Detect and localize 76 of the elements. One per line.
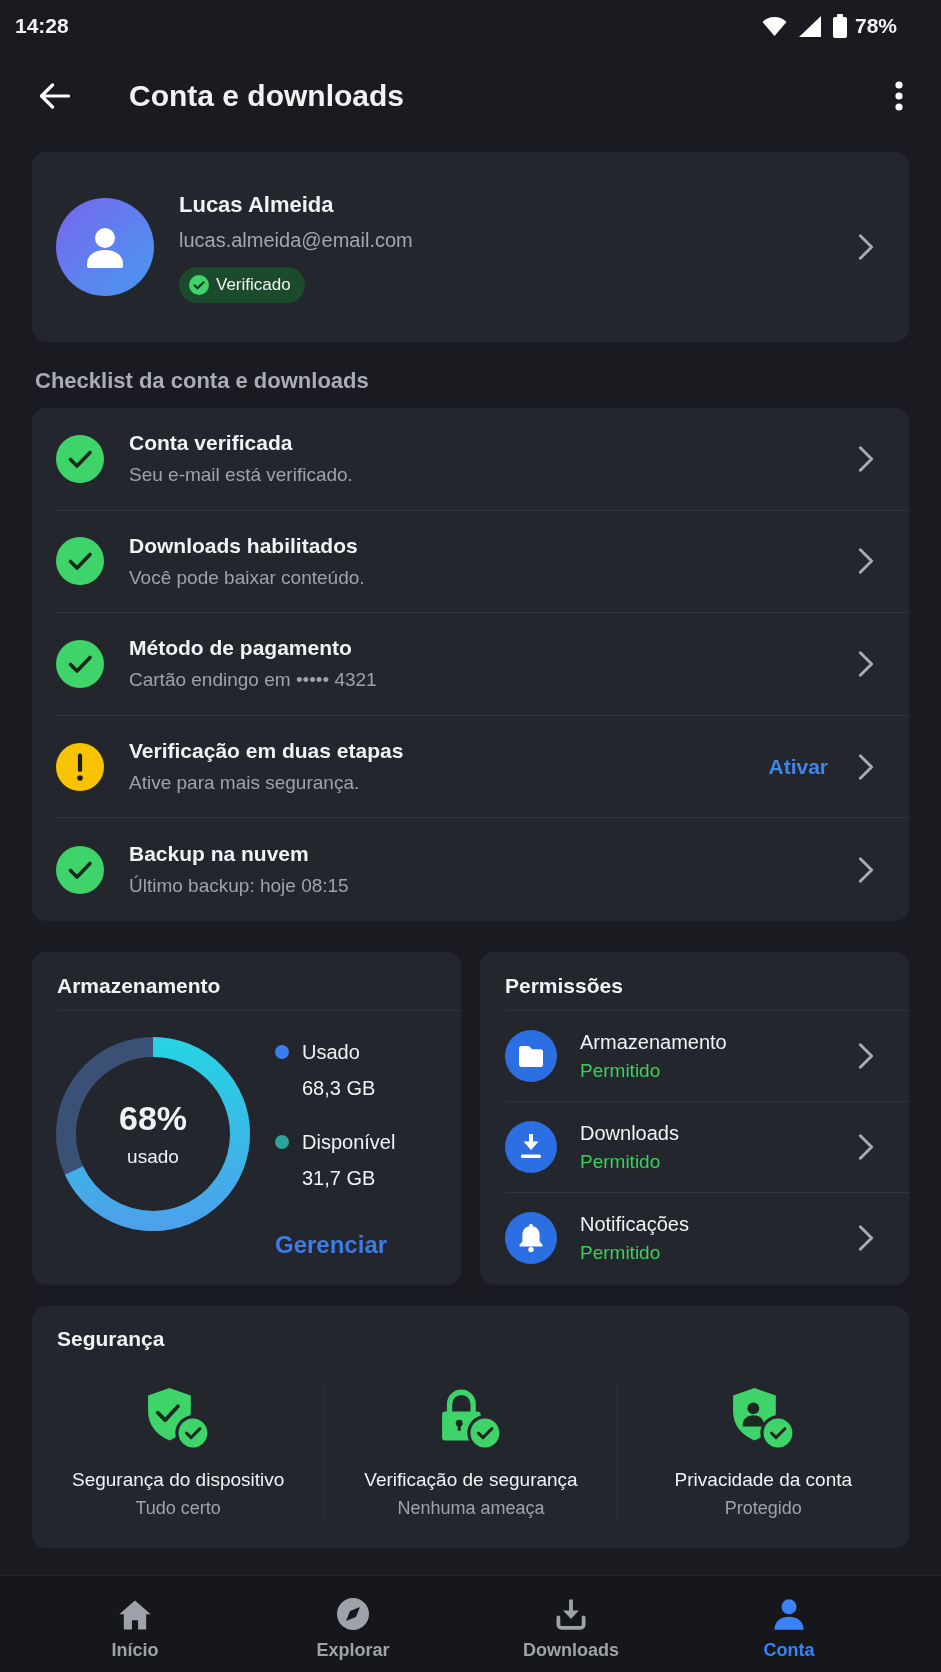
security-label: Privacidade da conta [674, 1467, 853, 1492]
chevron-right-icon [858, 753, 874, 780]
badge-label: Verificado [216, 274, 291, 296]
permission-status: Permitido [580, 1058, 661, 1083]
chevron-right-icon [858, 856, 874, 883]
usage-percent: 68% [118, 1098, 188, 1139]
more-vert-icon [895, 81, 903, 111]
chevron-right-icon [858, 651, 874, 677]
person-icon [774, 1599, 804, 1630]
chevron-right-icon [858, 1133, 874, 1160]
legend-value: 68,3 GB [302, 1075, 376, 1101]
download-tray-icon [556, 1599, 586, 1630]
chevron-right-icon [858, 1042, 874, 1069]
check-circle-icon [56, 845, 104, 894]
bell-icon [505, 1212, 557, 1265]
item-title: Downloads habilitados [129, 532, 358, 559]
page-title: Conta e downloads [129, 78, 405, 114]
shield-check-icon [147, 1386, 210, 1449]
wifi-icon [761, 16, 787, 36]
home-icon [119, 1600, 151, 1630]
chevron-right-icon [858, 445, 874, 472]
card-title: Armazenamento [57, 972, 221, 999]
usage-caption: usado [127, 1145, 179, 1170]
permission-status: Permitido [580, 1149, 661, 1174]
security-status: Nenhuma ameaça [397, 1496, 545, 1520]
check-circle-icon [56, 434, 104, 483]
shield-person-icon [732, 1386, 795, 1449]
nav-tab[interactable]: Início [101, 1583, 169, 1665]
user-email: lucas.almeida@email.com [179, 228, 413, 253]
item-subtitle: Cartão endingo em ••••• 4321 [129, 668, 377, 693]
activate-link[interactable]: Ativar [768, 752, 828, 781]
permission-label: Armazenamento [580, 1029, 727, 1055]
security-status: Tudo certo [135, 1496, 221, 1520]
legend-label: Usado [302, 1039, 360, 1065]
padlock-check-icon [441, 1388, 501, 1449]
battery-icon [832, 14, 847, 38]
battery-percent: 78% [854, 13, 897, 39]
nav-tab[interactable]: Conta [753, 1583, 825, 1665]
item-subtitle: Seu e-mail está verificado. [129, 463, 353, 488]
check-circle-icon [189, 275, 209, 295]
nav-tab[interactable]: Explorar [306, 1583, 400, 1665]
permission-label: Notificações [580, 1212, 689, 1238]
check-circle-icon [56, 640, 104, 688]
check-circle-icon [56, 537, 104, 586]
card-title: Permissões [505, 972, 623, 999]
arrow-left-icon [40, 83, 70, 109]
signal-icon [798, 15, 821, 37]
chevron-right-icon [858, 1225, 874, 1252]
security-label: Segurança do dispositivo [72, 1467, 285, 1492]
permission-status: Permitido [580, 1241, 661, 1266]
item-title: Método de pagamento [129, 635, 352, 662]
folder-icon [505, 1029, 557, 1082]
item-title: Verificação em duas etapas [129, 738, 404, 765]
item-title: Backup na nuvem [129, 841, 309, 868]
avatar-icon [56, 198, 154, 296]
security-label: Verificação de segurança [364, 1467, 578, 1492]
card-title: Segurança [57, 1325, 165, 1352]
security-status: Protegido [724, 1496, 802, 1520]
status-time: 14:28 [15, 13, 69, 39]
user-name: Lucas Almeida [179, 191, 334, 219]
chevron-right-icon [858, 548, 874, 575]
download-icon [505, 1120, 557, 1173]
item-subtitle: Último backup: hoje 08:15 [129, 874, 349, 899]
section-heading: Checklist da conta e downloads [35, 367, 369, 395]
item-subtitle: Ative para mais segurança. [129, 771, 360, 796]
warning-icon [56, 742, 104, 791]
permission-label: Downloads [580, 1120, 679, 1146]
legend-label: Disponível [302, 1129, 396, 1155]
nav-tab[interactable]: Downloads [513, 1583, 629, 1665]
manage-link[interactable]: Gerenciar [275, 1229, 388, 1260]
profile-card[interactable]: Lucas Almeida lucas.almeida@email.com Verificado [32, 152, 909, 342]
legend-value: 31,7 GB [302, 1165, 376, 1191]
chevron-right-icon [858, 234, 874, 260]
compass-icon [337, 1598, 369, 1630]
item-title: Conta verificada [129, 430, 293, 457]
item-subtitle: Você pode baixar conteúdo. [129, 565, 365, 590]
